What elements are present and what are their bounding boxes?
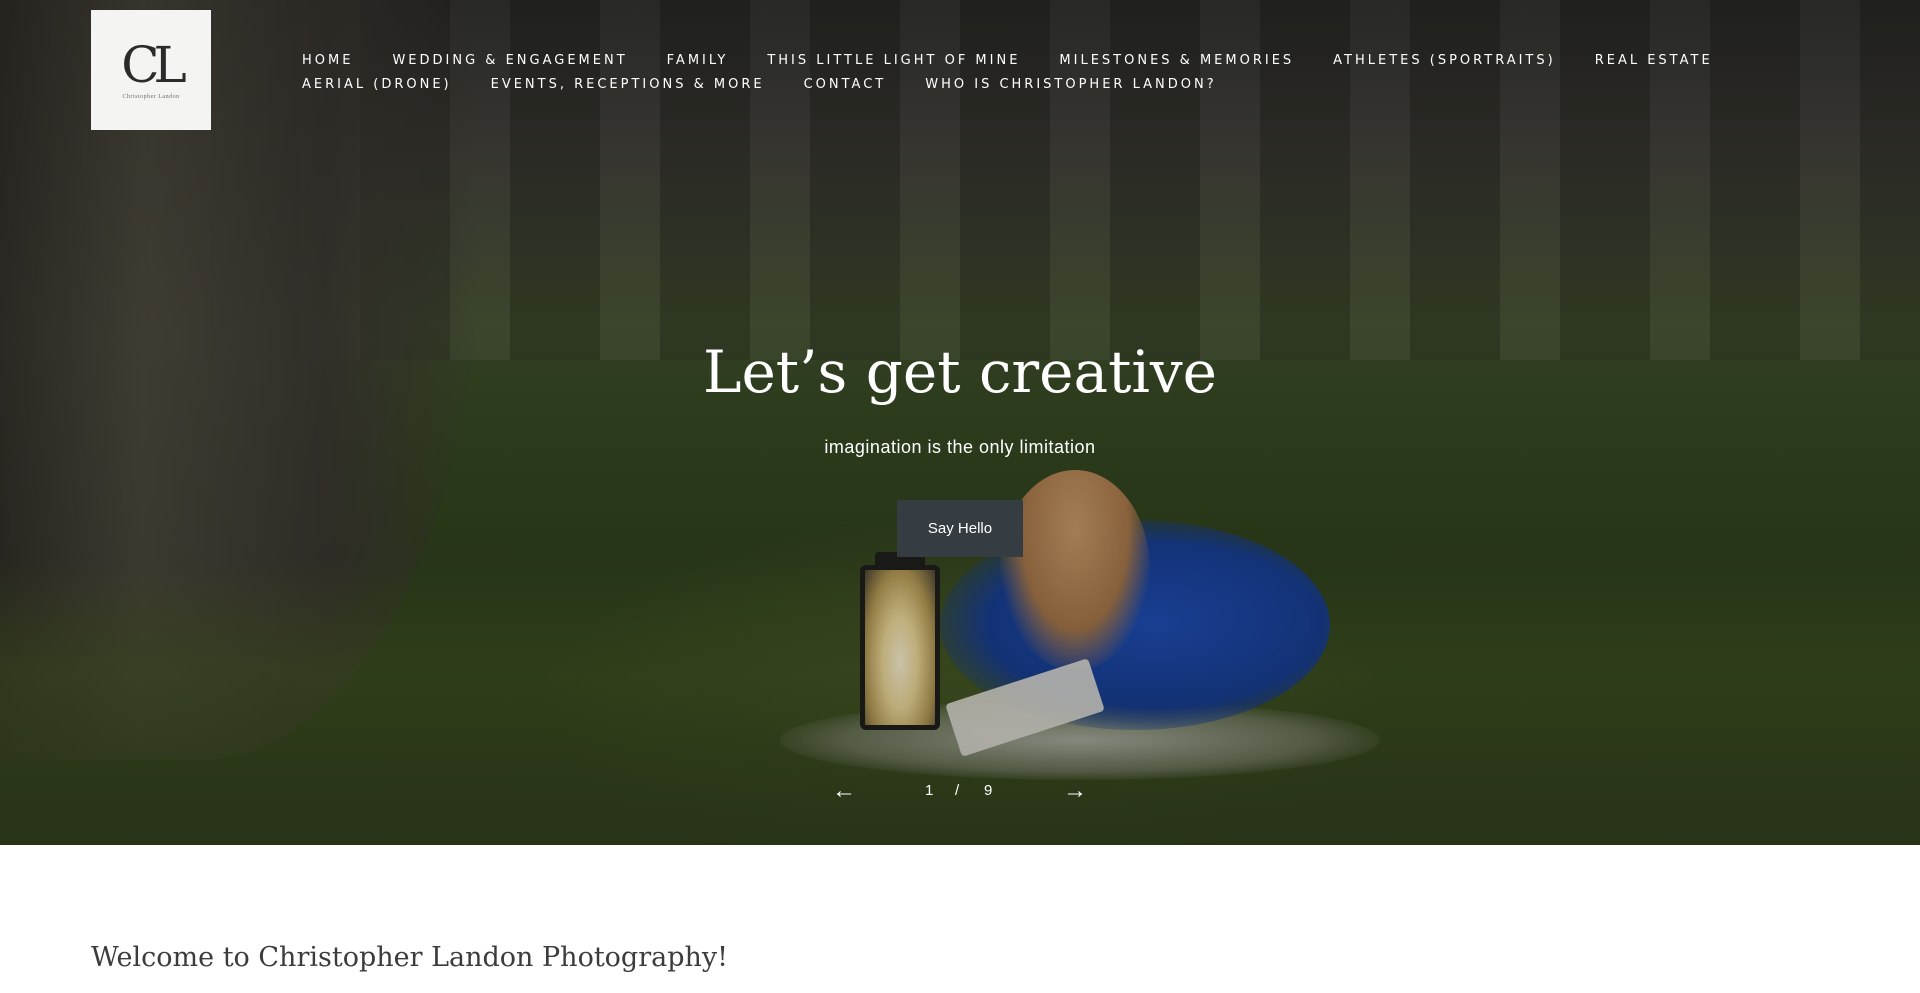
nav-link-events-receptions[interactable]: EVENTS, RECEPTIONS & MORE <box>491 77 765 92</box>
nav-link-milestones-memories[interactable]: MILESTONES & MEMORIES <box>1059 53 1294 68</box>
arrow-left-icon[interactable]: ← <box>832 776 856 806</box>
slide-separator: / <box>955 782 960 799</box>
arrow-right-icon[interactable]: → <box>1063 776 1087 806</box>
slide-current: 1 <box>925 782 934 799</box>
nav-link-home[interactable]: HOME <box>302 53 353 68</box>
nav-link-family[interactable]: FAMILY <box>667 53 729 68</box>
slideshow-controls: ← 1 / 9 → <box>820 776 1100 806</box>
nav-link-this-little-light[interactable]: THIS LITTLE LIGHT OF MINE <box>767 53 1020 68</box>
hero-overlay <box>0 0 1920 845</box>
hero-slideshow: Let’s get creative imagination is the on… <box>0 0 1920 845</box>
logo-monogram: CL <box>121 36 187 94</box>
main-navigation: HOME WEDDING & ENGAGEMENT FAMILY THIS LI… <box>302 48 1722 96</box>
say-hello-button[interactable]: Say Hello <box>897 500 1023 557</box>
logo-signature: Christopher Landon <box>122 94 180 100</box>
nav-link-aerial-drone[interactable]: AERIAL (DRONE) <box>302 77 452 92</box>
nav-row-1: HOME WEDDING & ENGAGEMENT FAMILY THIS LI… <box>302 48 1722 72</box>
welcome-heading: Welcome to Christopher Landon Photograph… <box>91 942 728 973</box>
nav-row-2: AERIAL (DRONE) EVENTS, RECEPTIONS & MORE… <box>302 72 1722 96</box>
nav-link-contact[interactable]: CONTACT <box>804 77 887 92</box>
nav-link-who-is[interactable]: WHO IS CHRISTOPHER LANDON? <box>925 77 1216 92</box>
slide-total: 9 <box>984 782 993 799</box>
nav-link-wedding-engagement[interactable]: WEDDING & ENGAGEMENT <box>392 53 627 68</box>
nav-link-real-estate[interactable]: REAL ESTATE <box>1595 53 1713 68</box>
hero-subtitle: imagination is the only limitation <box>824 437 1096 457</box>
hero-title: Let’s get creative <box>702 338 1218 406</box>
nav-link-athletes[interactable]: ATHLETES (SPORTRAITS) <box>1333 53 1556 68</box>
site-logo[interactable]: CL Christopher Landon <box>91 10 211 130</box>
